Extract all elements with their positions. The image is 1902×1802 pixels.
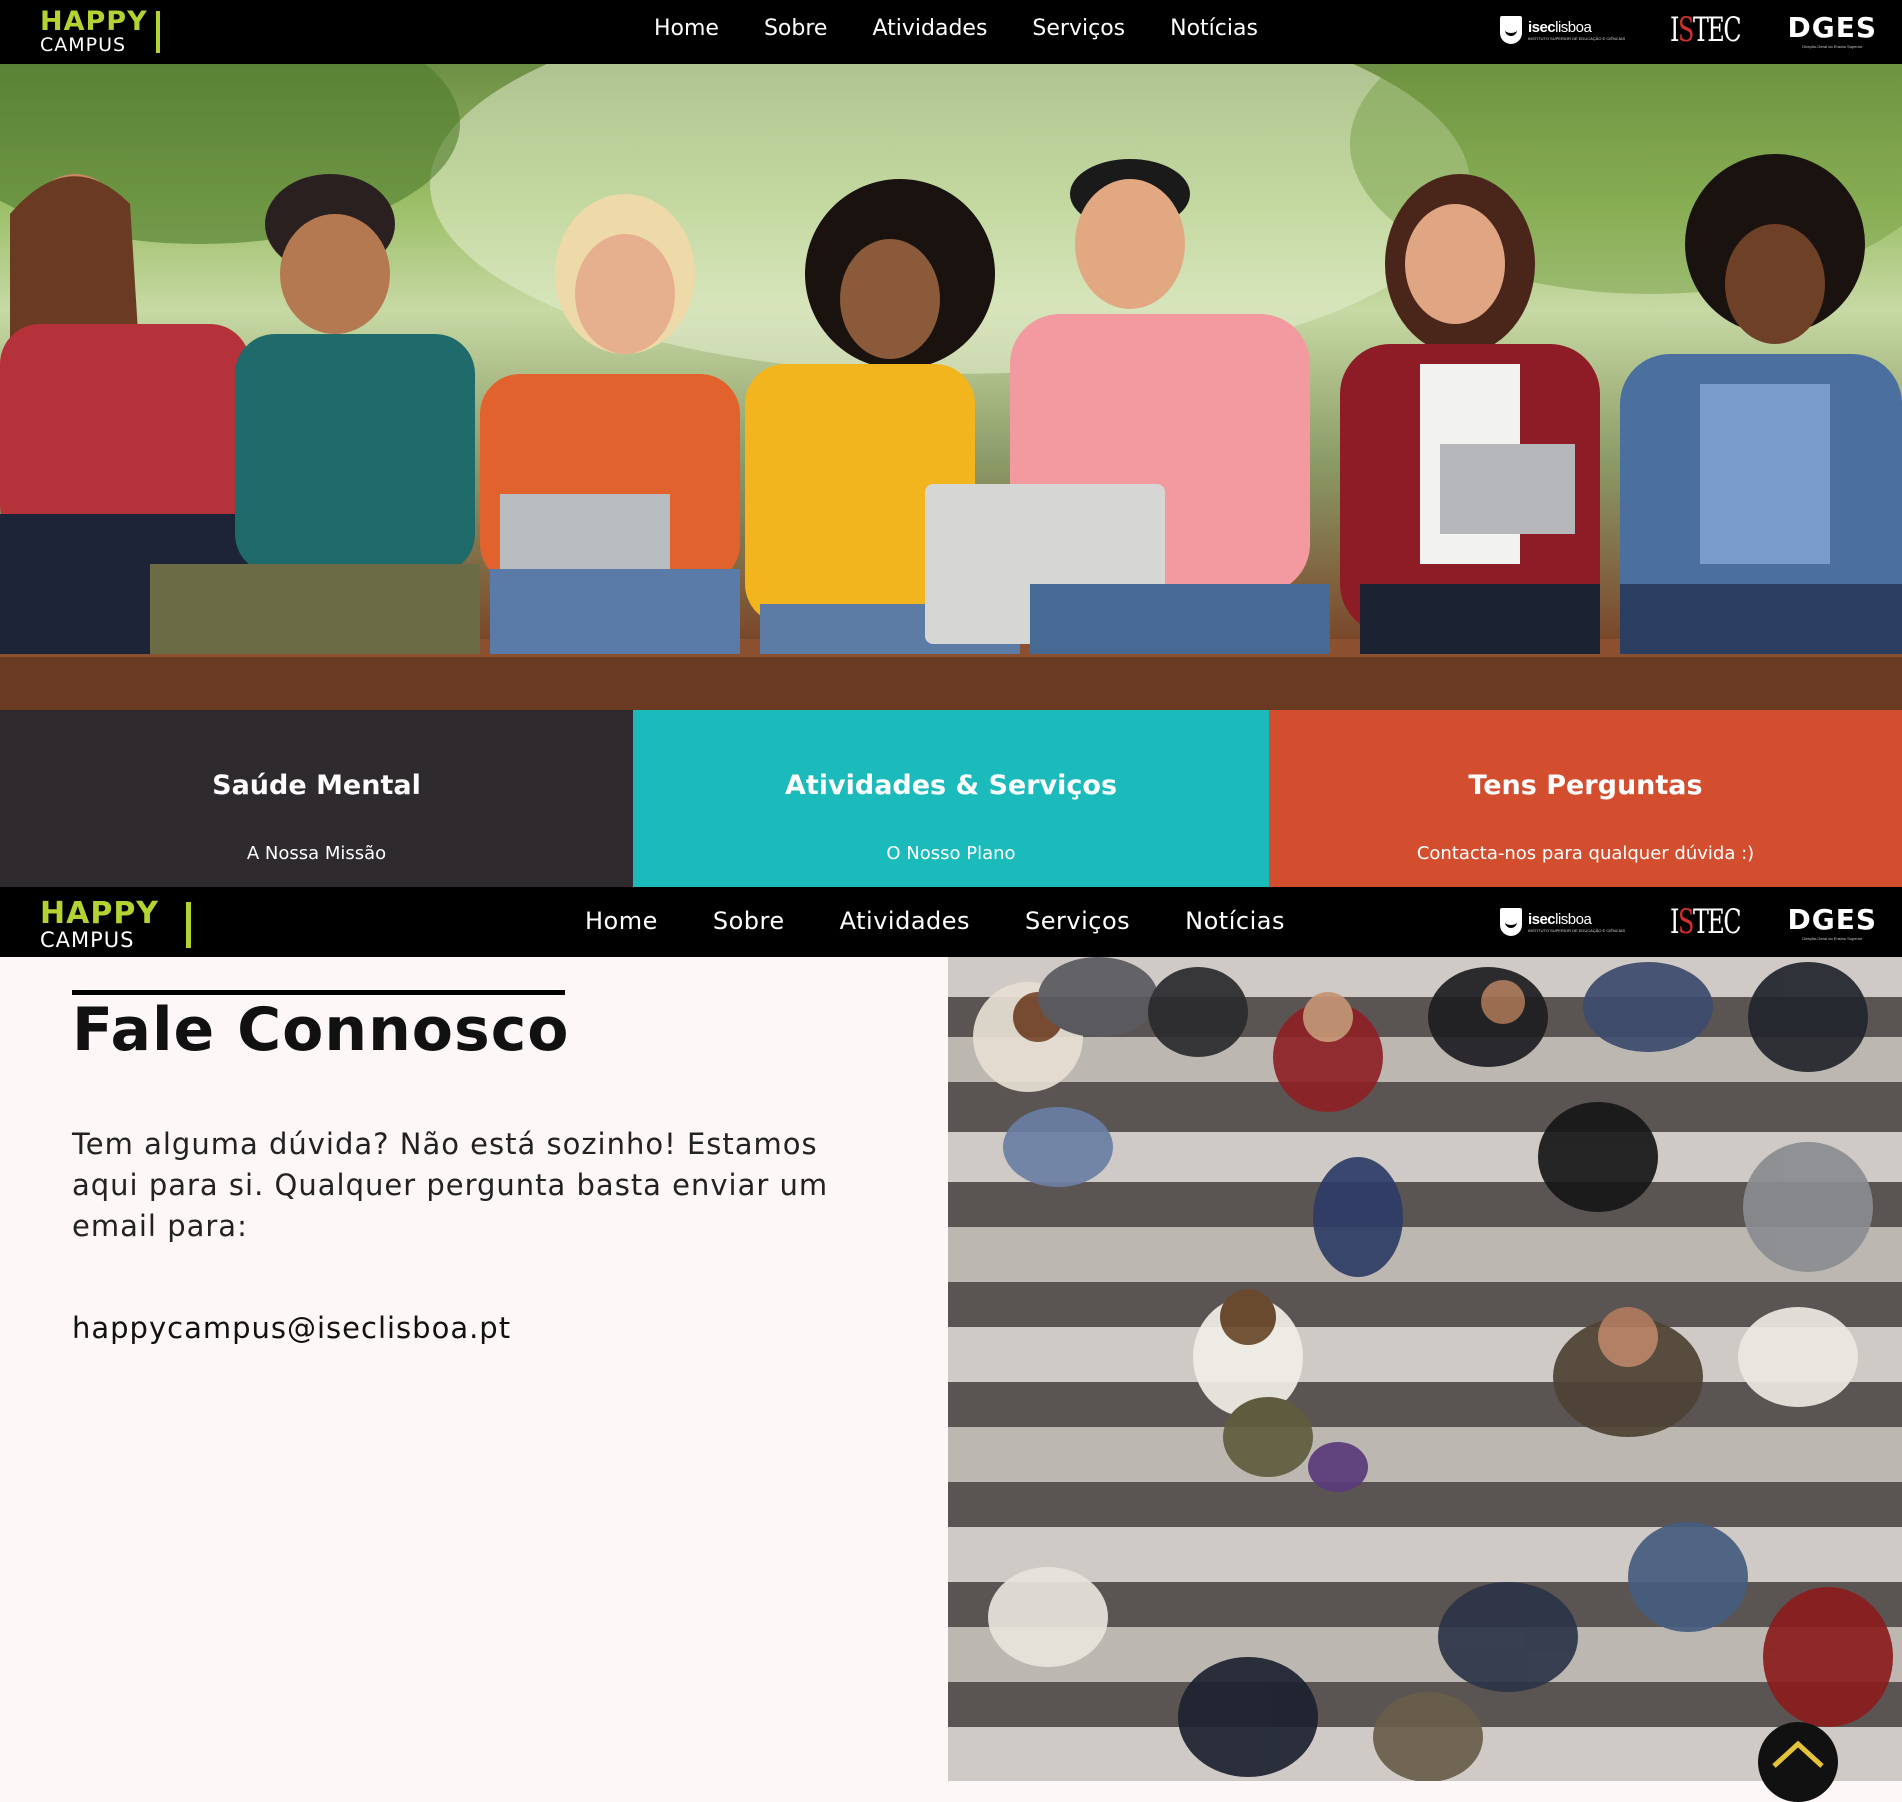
- partner-logos: iseclisboa INSTITUTO SUPERIOR DE EDUCAÇÃ…: [1499, 8, 1877, 52]
- scroll-to-top-button[interactable]: [1758, 1722, 1838, 1802]
- logo-accent-bar: [186, 902, 191, 948]
- contact-title: Fale Connosco: [72, 995, 570, 1065]
- logo-accent-bar: [156, 11, 160, 53]
- nav-home[interactable]: Home: [654, 16, 719, 41]
- sticky-navbar: HAPPY CAMPUS Home Sobre Atividades Servi…: [0, 887, 1902, 957]
- card-atividades-servicos[interactable]: Atividades & Serviços O Nosso Plano: [633, 710, 1269, 887]
- logo-campus-text: CAMPUS: [40, 928, 135, 952]
- top-navbar: HAPPY CAMPUS Home Sobre Atividades Servi…: [0, 0, 1902, 64]
- isec-name: iseclisboa: [1527, 911, 1592, 928]
- nav-servicos[interactable]: Serviços: [1032, 16, 1125, 41]
- crowd-stairs-photo: [948, 957, 1902, 1781]
- isec-subtitle: INSTITUTO SUPERIOR DE EDUCAÇÃO E CIÊNCIA…: [1527, 36, 1626, 41]
- isec-lisboa-logo[interactable]: iseclisboa INSTITUTO SUPERIOR DE EDUCAÇÃ…: [1499, 16, 1626, 44]
- card-tens-perguntas[interactable]: Tens Perguntas Contacta-nos para qualque…: [1269, 710, 1902, 887]
- nav-atividades[interactable]: Atividades: [840, 907, 970, 935]
- happy-campus-logo[interactable]: HAPPY CAMPUS: [40, 896, 191, 952]
- nav-servicos[interactable]: Serviços: [1025, 907, 1130, 935]
- main-menu: Home Sobre Atividades Serviços Notícias: [585, 907, 1340, 935]
- nav-sobre[interactable]: Sobre: [764, 16, 828, 41]
- dges-subtitle: Direção-Geral do Ensino Superior: [1802, 936, 1863, 941]
- dges-logo[interactable]: DGES Direção-Geral do Ensino Superior: [1787, 903, 1877, 941]
- card-title: Tens Perguntas: [1468, 770, 1703, 801]
- nav-home[interactable]: Home: [585, 907, 658, 935]
- card-title: Atividades & Serviços: [784, 770, 1118, 801]
- contact-body-text: Tem alguma dúvida? Não está sozinho! Est…: [72, 1127, 829, 1243]
- nav-noticias[interactable]: Notícias: [1185, 907, 1285, 935]
- nav-noticias[interactable]: Notícias: [1170, 16, 1258, 41]
- logo-happy-text: HAPPY: [40, 6, 148, 37]
- chevron-up-icon: [1772, 1740, 1824, 1768]
- card-subtitle: A Nossa Missão: [246, 843, 387, 864]
- card-subtitle: Contacta-nos para qualquer dúvida :): [1416, 843, 1755, 864]
- istec-logo[interactable]: ISTEC: [1670, 10, 1742, 50]
- isec-name: iseclisboa: [1527, 19, 1592, 36]
- main-menu: Home Sobre Atividades Serviços Notícias: [654, 16, 1303, 41]
- contact-email-link[interactable]: happycampus@iseclisboa.pt: [72, 1311, 511, 1345]
- istec-logo[interactable]: ISTEC: [1670, 902, 1742, 942]
- isec-lisboa-logo[interactable]: iseclisboa INSTITUTO SUPERIOR DE EDUCAÇÃ…: [1499, 908, 1626, 936]
- isec-subtitle: INSTITUTO SUPERIOR DE EDUCAÇÃO E CIÊNCIA…: [1527, 928, 1626, 933]
- isec-shield-icon: [1499, 908, 1522, 936]
- contact-section: Fale Connosco Tem alguma dúvida? Não est…: [0, 957, 948, 1781]
- card-saude-mental[interactable]: Saúde Mental A Nossa Missão: [0, 710, 633, 887]
- logo-campus-text: CAMPUS: [40, 34, 127, 56]
- nav-atividades[interactable]: Atividades: [872, 16, 987, 41]
- partner-logos: iseclisboa INSTITUTO SUPERIOR DE EDUCAÇÃ…: [1499, 899, 1877, 945]
- dges-logo[interactable]: DGES Direção-Geral do Ensino Superior: [1787, 11, 1877, 49]
- isec-shield-icon: [1499, 16, 1522, 44]
- hero-students-photo: [0, 64, 1902, 710]
- feature-cards: Saúde Mental A Nossa Missão Atividades &…: [0, 710, 1902, 887]
- logo-happy-text: HAPPY: [40, 896, 160, 931]
- happy-campus-logo[interactable]: HAPPY CAMPUS: [40, 6, 160, 56]
- dges-name: DGES: [1787, 903, 1877, 936]
- card-subtitle: O Nosso Plano: [886, 843, 1016, 864]
- card-title: Saúde Mental: [212, 770, 421, 801]
- nav-sobre[interactable]: Sobre: [713, 907, 785, 935]
- dges-name: DGES: [1787, 11, 1877, 44]
- dges-subtitle: Direção-Geral do Ensino Superior: [1802, 44, 1863, 49]
